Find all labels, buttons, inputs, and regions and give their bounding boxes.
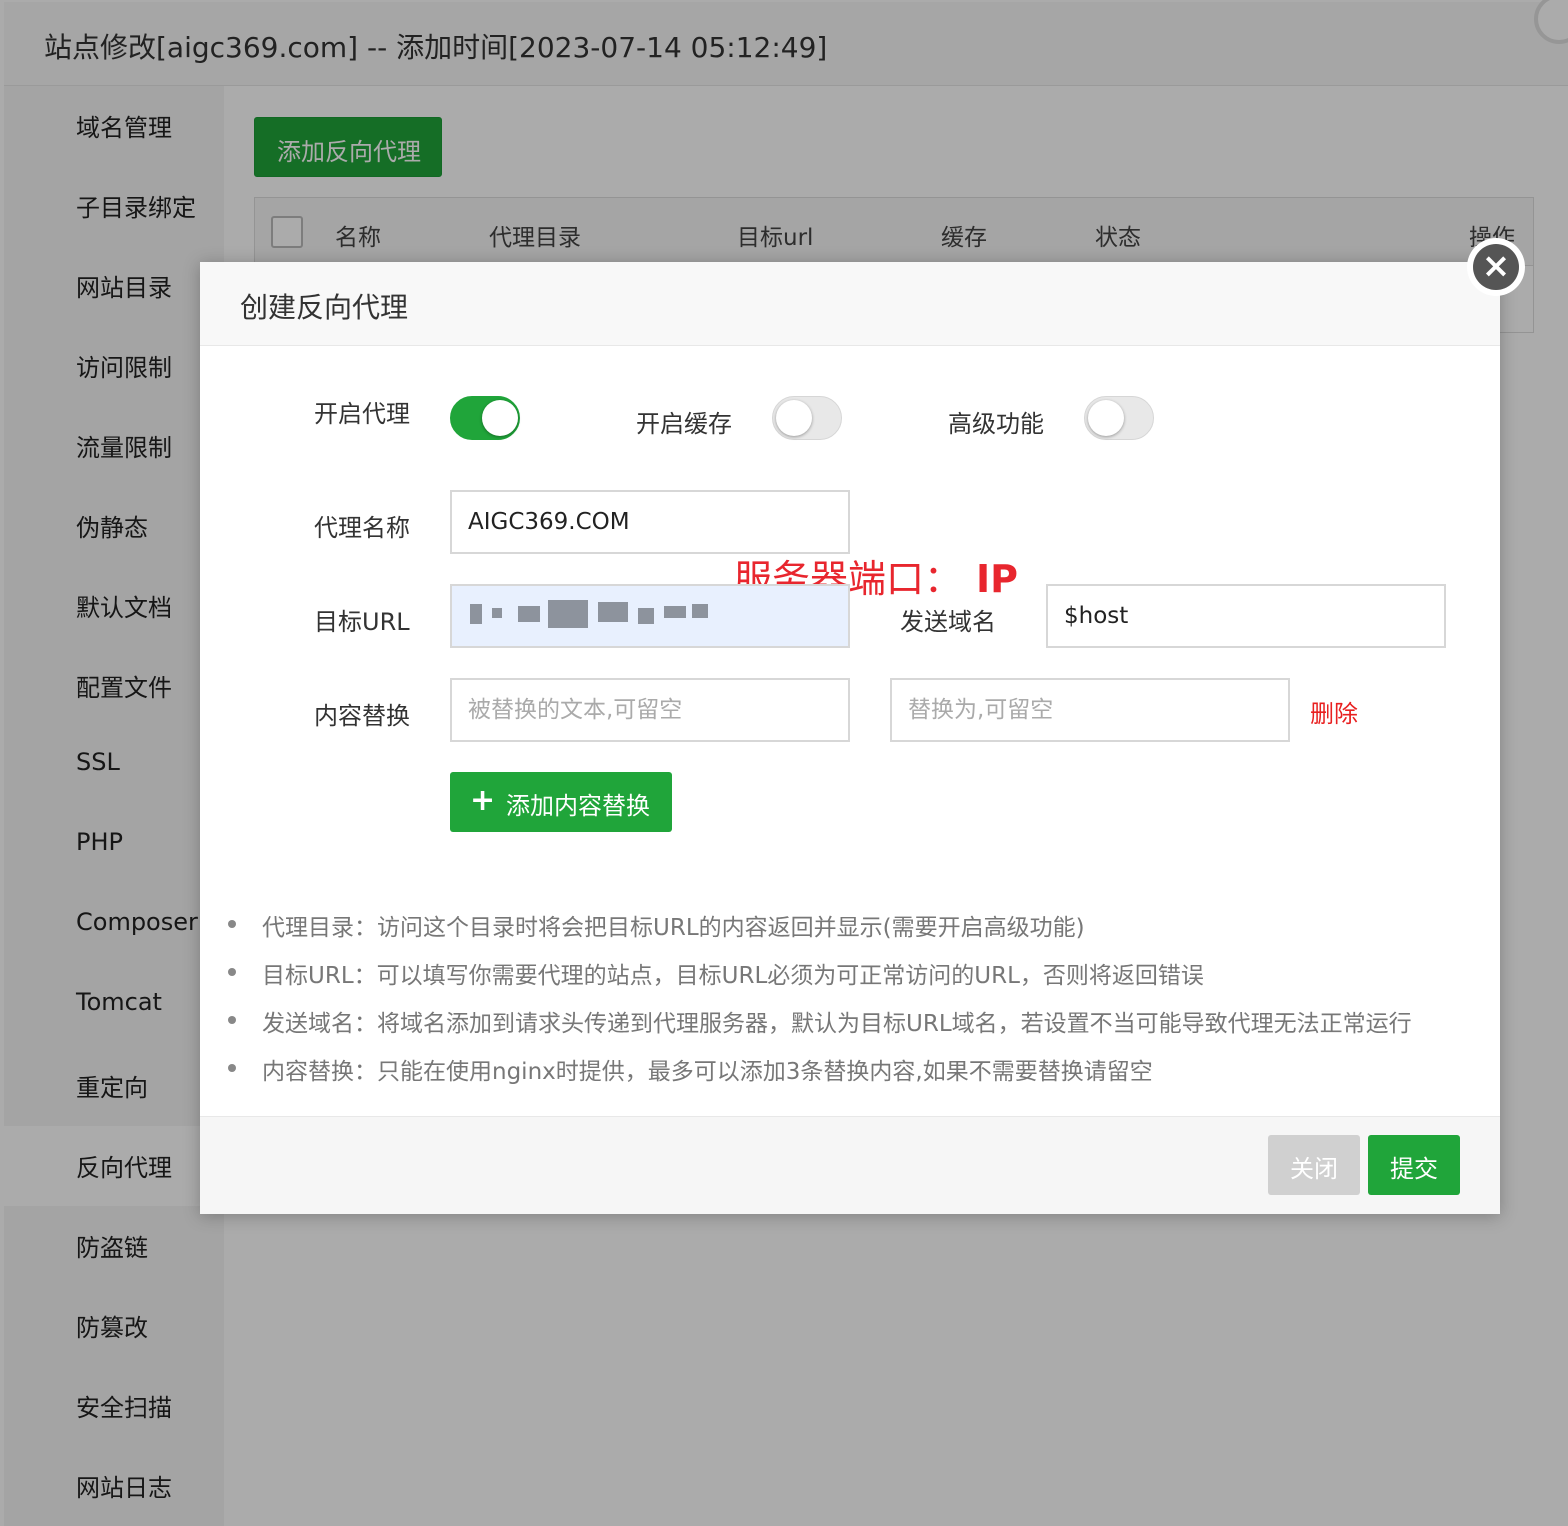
button-label: 关闭 bbox=[1290, 1155, 1338, 1183]
close-button[interactable]: 关闭 bbox=[1268, 1135, 1360, 1195]
create-reverse-proxy-dialog: 创建反向代理 开启代理 开启缓存 高级功能 代理名称 服务器端口：IP 目标UR… bbox=[200, 262, 1500, 1214]
redacted-block bbox=[692, 604, 708, 618]
dialog-footer: 关闭 提交 bbox=[200, 1116, 1500, 1214]
redacted-block bbox=[518, 606, 540, 622]
bullet-icon bbox=[228, 968, 236, 976]
redacted-block bbox=[598, 602, 628, 622]
plus-icon: + bbox=[470, 783, 496, 818]
dialog-title: 创建反向代理 bbox=[240, 291, 409, 324]
bullet-icon bbox=[228, 1064, 236, 1072]
enable-cache-label: 开启缓存 bbox=[636, 410, 732, 438]
send-domain-input[interactable] bbox=[1046, 584, 1446, 648]
dialog-header: 创建反向代理 bbox=[200, 262, 1500, 346]
advanced-features-toggle[interactable] bbox=[1084, 396, 1154, 440]
toggle-knob bbox=[776, 400, 812, 436]
help-tip-text: 发送域名：将域名添加到请求头传递到代理服务器，默认为目标URL域名，若设置不当可… bbox=[262, 1011, 1412, 1037]
redacted-block bbox=[664, 606, 686, 618]
annotation-emphasis: IP bbox=[976, 557, 1019, 601]
proxy-name-input[interactable] bbox=[450, 490, 850, 554]
bullet-icon bbox=[228, 1016, 236, 1024]
add-content-replace-button[interactable]: + 添加内容替换 bbox=[450, 772, 672, 832]
help-tip-text: 目标URL：可以填写你需要代理的站点，目标URL必须为可正常访问的URL，否则将… bbox=[262, 963, 1204, 989]
replace-from-input[interactable] bbox=[450, 678, 850, 742]
button-label: 添加内容替换 bbox=[506, 792, 650, 820]
enable-cache-toggle[interactable] bbox=[772, 396, 842, 440]
enable-proxy-toggle[interactable] bbox=[450, 396, 520, 440]
dialog-close-icon[interactable]: × bbox=[1467, 238, 1525, 296]
toggle-knob bbox=[1088, 400, 1124, 436]
toggle-knob bbox=[482, 400, 518, 436]
redacted-block bbox=[470, 604, 482, 624]
redacted-block bbox=[548, 600, 588, 628]
delete-replace-link[interactable]: 删除 bbox=[1310, 694, 1358, 729]
button-label: 提交 bbox=[1390, 1155, 1438, 1183]
replace-to-input[interactable] bbox=[890, 678, 1290, 742]
redacted-block bbox=[638, 608, 654, 624]
target-url-label: 目标URL bbox=[314, 608, 410, 636]
enable-proxy-label: 开启代理 bbox=[314, 400, 410, 428]
advanced-features-label: 高级功能 bbox=[948, 410, 1044, 438]
close-icon: × bbox=[1473, 244, 1519, 290]
submit-button[interactable]: 提交 bbox=[1368, 1135, 1460, 1195]
help-tip-text: 内容替换：只能在使用nginx时提供，最多可以添加3条替换内容,如果不需要替换请… bbox=[262, 1059, 1153, 1085]
send-domain-label: 发送域名 bbox=[900, 608, 996, 636]
redacted-block bbox=[492, 608, 502, 618]
help-tip-text: 代理目录：访问这个目录时将会把目标URL的内容返回并显示(需要开启高级功能) bbox=[262, 915, 1085, 941]
bullet-icon bbox=[228, 920, 236, 928]
target-url-input[interactable] bbox=[450, 584, 850, 648]
proxy-name-label: 代理名称 bbox=[314, 514, 410, 542]
content-replace-label: 内容替换 bbox=[314, 702, 410, 730]
